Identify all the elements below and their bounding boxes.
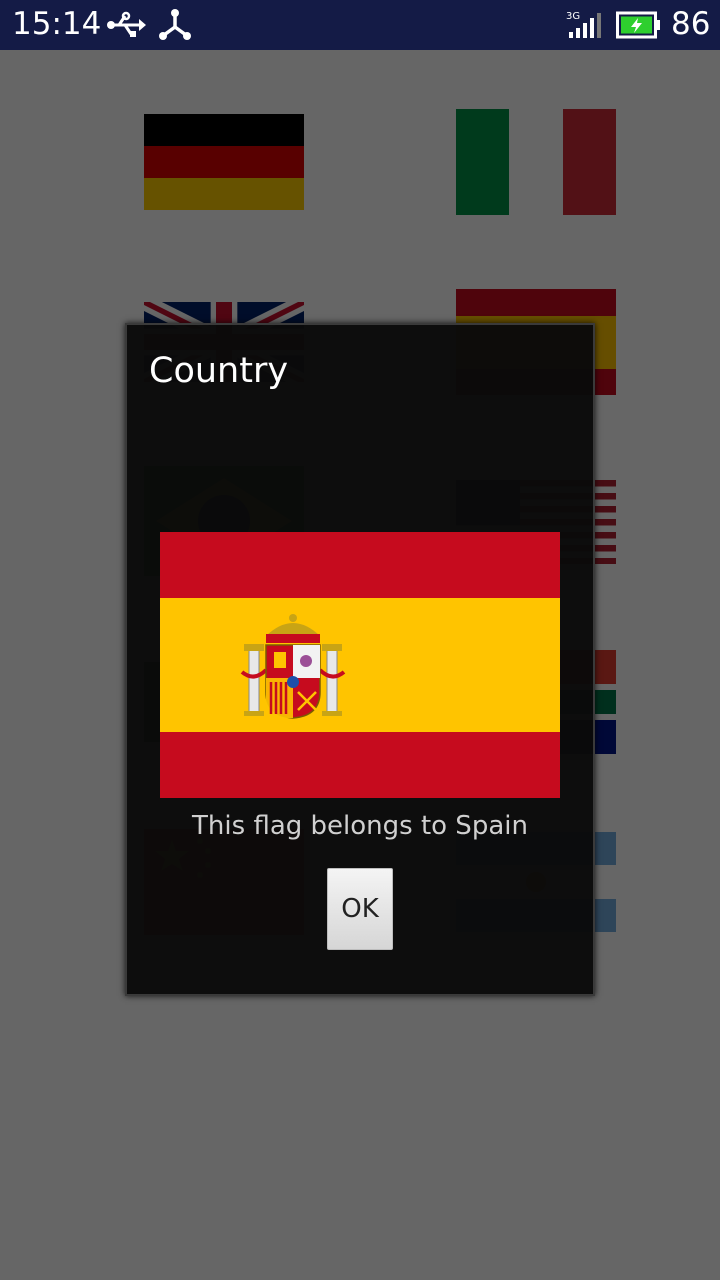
country-dialog: Country This flag belongs to Spain OK (125, 323, 595, 996)
dialog-message: This flag belongs to Spain (192, 811, 528, 841)
dialog-title: Country (149, 351, 289, 391)
share-icon (159, 9, 191, 40)
spain-flag (160, 532, 560, 798)
battery-level: 86 (671, 6, 711, 42)
signal-icon: 3G (566, 11, 601, 38)
battery-charging-icon (616, 11, 660, 39)
status-time: 15:14 (12, 6, 102, 42)
ok-button[interactable]: OK (327, 868, 393, 950)
network-type-label: 3G (566, 11, 580, 22)
status-bar: 15:14 3G 86 (0, 0, 720, 50)
usb-icon (107, 11, 146, 37)
